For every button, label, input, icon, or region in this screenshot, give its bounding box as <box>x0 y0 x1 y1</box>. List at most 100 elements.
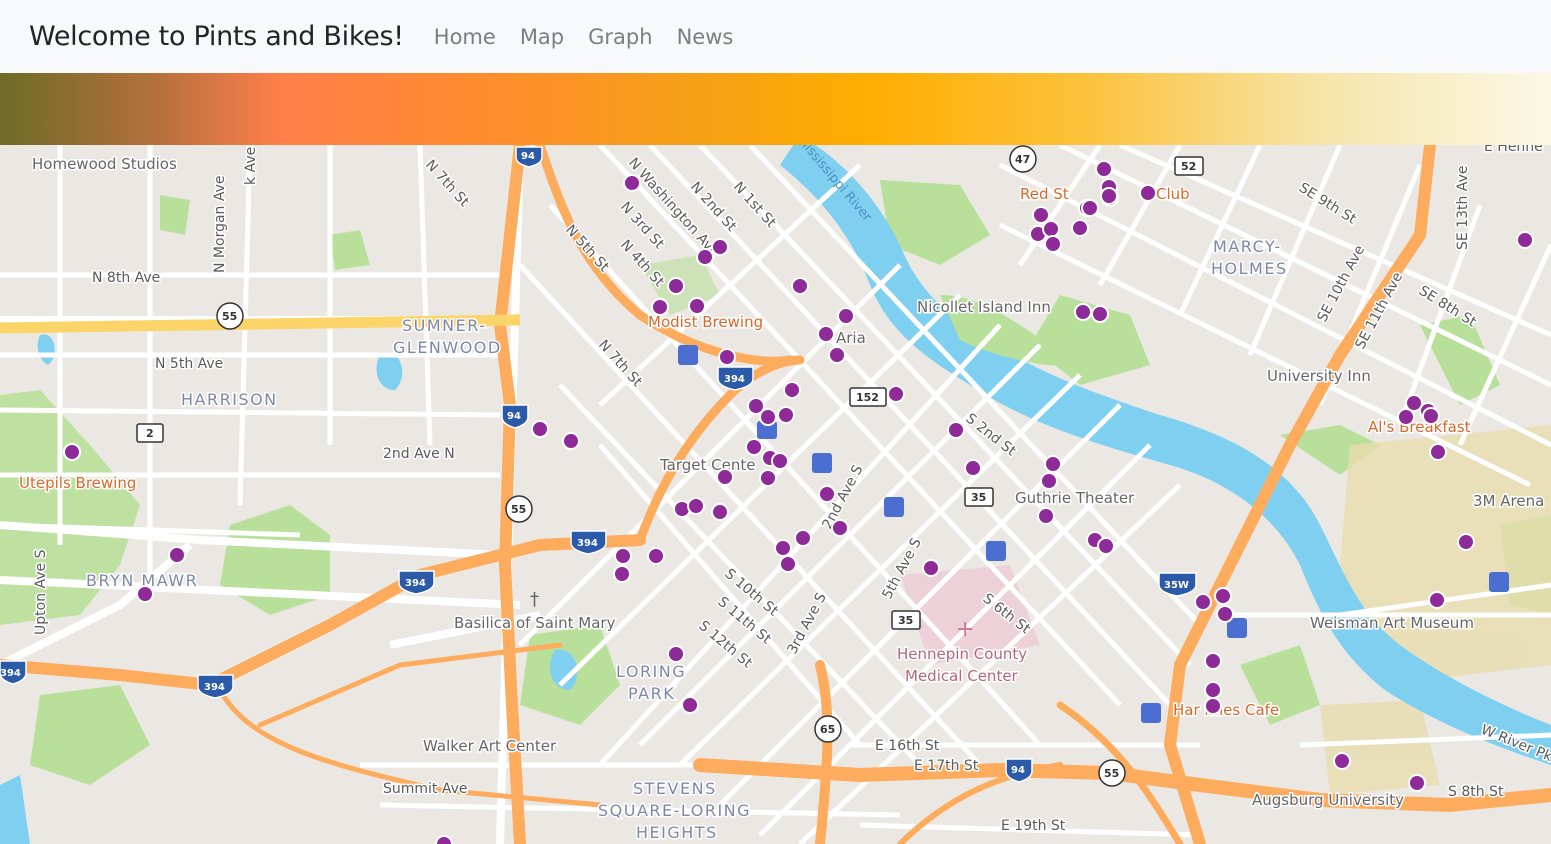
gradient-banner <box>0 73 1551 145</box>
brewery-marker[interactable] <box>1040 472 1058 490</box>
brewery-marker[interactable] <box>647 547 665 565</box>
brewery-marker[interactable] <box>1422 407 1440 425</box>
brewery-marker[interactable] <box>613 565 631 583</box>
svg-text:94: 94 <box>1011 765 1025 776</box>
brewery-marker[interactable] <box>1204 681 1222 699</box>
train-icon <box>678 345 698 365</box>
brewery-marker[interactable] <box>711 238 729 256</box>
brewery-marker[interactable] <box>696 248 714 266</box>
brewery-marker[interactable] <box>887 385 905 403</box>
brewery-marker[interactable] <box>1428 591 1446 609</box>
svg-text:94: 94 <box>521 151 535 162</box>
brewery-marker[interactable] <box>1044 235 1062 253</box>
svg-text:55: 55 <box>511 503 526 516</box>
brewery-marker[interactable] <box>1091 305 1109 323</box>
brewery-marker[interactable] <box>687 497 705 515</box>
brewery-marker[interactable] <box>1071 219 1089 237</box>
street-label: E 16th St <box>875 738 940 754</box>
brewery-marker[interactable] <box>136 585 154 603</box>
poi-label: Red St <box>1020 185 1069 203</box>
brewery-marker[interactable] <box>831 519 849 537</box>
shield-65: 65 <box>814 715 842 743</box>
brewery-marker[interactable] <box>1139 184 1157 202</box>
shield-35: 35 <box>964 487 994 507</box>
brewery-marker[interactable] <box>817 325 835 343</box>
brewery-marker[interactable] <box>1216 605 1234 623</box>
brewery-marker[interactable] <box>711 503 729 521</box>
nav-map-link[interactable]: Map <box>520 25 564 49</box>
brewery-marker[interactable] <box>614 547 632 565</box>
brewery-marker[interactable] <box>623 174 641 192</box>
brewery-marker[interactable] <box>1457 533 1475 551</box>
street-label: N Morgan Ave <box>212 175 228 273</box>
train-icon <box>986 541 1006 561</box>
brewery-marker[interactable] <box>1397 408 1415 426</box>
svg-text:52: 52 <box>1181 160 1196 173</box>
brewery-marker[interactable] <box>1032 206 1050 224</box>
brewery-marker[interactable] <box>718 348 736 366</box>
nav-news-link[interactable]: News <box>677 25 734 49</box>
brewery-marker[interactable] <box>1095 160 1113 178</box>
city-map[interactable]: N 8th Ave N 5th Ave 2nd Ave N N Morgan A… <box>0 145 1551 844</box>
brewery-marker[interactable] <box>759 408 777 426</box>
shield-55: 55 <box>505 495 533 523</box>
brewery-marker[interactable] <box>922 559 940 577</box>
brewery-marker[interactable] <box>1097 537 1115 555</box>
brewery-marker[interactable] <box>168 546 186 564</box>
brewery-marker[interactable] <box>947 421 965 439</box>
brewery-marker[interactable] <box>794 529 812 547</box>
brewery-marker[interactable] <box>774 539 792 557</box>
brewery-marker[interactable] <box>716 468 734 486</box>
brewery-marker[interactable] <box>771 452 789 470</box>
poi-label: Homewood Studios <box>32 155 177 173</box>
brewery-marker[interactable] <box>435 835 453 844</box>
brewery-marker[interactable] <box>759 469 777 487</box>
nav-graph-link[interactable]: Graph <box>588 25 652 49</box>
brewery-marker[interactable] <box>1100 187 1118 205</box>
brewery-marker[interactable] <box>837 307 855 325</box>
brewery-marker[interactable] <box>1044 455 1062 473</box>
brewery-marker[interactable] <box>1516 231 1534 249</box>
brewery-marker[interactable] <box>1042 220 1060 238</box>
brewery-marker[interactable] <box>1333 752 1351 770</box>
poi-label: Guthrie Theater <box>1015 489 1135 507</box>
brewery-marker[interactable] <box>791 277 809 295</box>
poi-label: Augsburg University <box>1252 791 1404 809</box>
brewery-marker[interactable] <box>1408 774 1426 792</box>
brewery-marker[interactable] <box>1214 587 1232 605</box>
poi-label: Target Cente <box>659 456 756 474</box>
brewery-marker[interactable] <box>964 459 982 477</box>
brewery-marker[interactable] <box>1074 303 1092 321</box>
brewery-marker[interactable] <box>828 346 846 364</box>
brewery-marker[interactable] <box>818 485 836 503</box>
brewery-marker[interactable] <box>562 432 580 450</box>
svg-text:2: 2 <box>146 427 154 440</box>
brewery-marker[interactable] <box>1204 652 1222 670</box>
neighborhood-label: MARCY- <box>1213 237 1282 256</box>
brewery-marker[interactable] <box>1194 593 1212 611</box>
brewery-marker[interactable] <box>688 297 706 315</box>
brewery-marker[interactable] <box>1037 507 1055 525</box>
site-brand[interactable]: Welcome to Pints and Bikes! <box>29 21 404 52</box>
brewery-marker[interactable] <box>779 555 797 573</box>
brewery-marker[interactable] <box>1204 697 1222 715</box>
shield-394: 394 <box>0 660 27 685</box>
brewery-marker[interactable] <box>1429 443 1447 461</box>
brewery-marker[interactable] <box>777 406 795 424</box>
poi-label: Medical Center <box>905 667 1019 685</box>
brewery-marker[interactable] <box>531 420 549 438</box>
poi-label: 3M Arena <box>1473 492 1544 510</box>
brewery-marker[interactable] <box>667 277 685 295</box>
brewery-marker[interactable] <box>63 443 81 461</box>
brewery-marker[interactable] <box>681 696 699 714</box>
nav-home-link[interactable]: Home <box>434 25 496 49</box>
brewery-marker[interactable] <box>783 381 801 399</box>
shield-394: 394 <box>197 674 234 699</box>
brewery-marker[interactable] <box>1081 199 1099 217</box>
train-icon <box>1489 572 1509 592</box>
brewery-marker[interactable] <box>745 438 763 456</box>
brewery-marker[interactable] <box>667 645 685 663</box>
map-canvas[interactable]: N 8th Ave N 5th Ave 2nd Ave N N Morgan A… <box>0 145 1551 844</box>
shield-394: 394 <box>398 570 435 595</box>
brewery-marker[interactable] <box>651 298 669 316</box>
